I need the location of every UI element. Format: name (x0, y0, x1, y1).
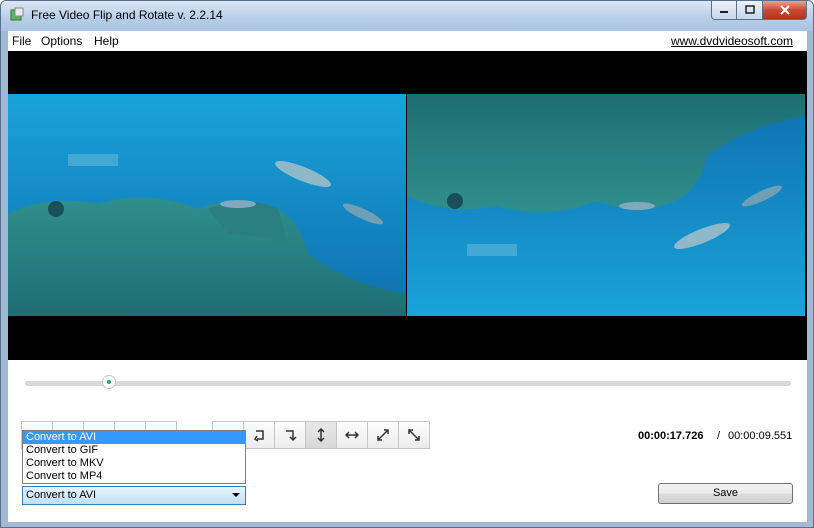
rotate-cw-icon (286, 430, 297, 442)
format-option-mp4[interactable]: Convert to MP4 (23, 470, 245, 483)
website-link[interactable]: www.dvdvideosoft.com (671, 34, 793, 48)
rotate-ccw-button[interactable] (243, 421, 275, 449)
flip-vertical-button[interactable] (305, 421, 337, 449)
window-title: Free Video Flip and Rotate v. 2.2.14 (31, 8, 223, 22)
menu-options[interactable]: Options (41, 34, 82, 48)
save-button[interactable]: Save (658, 483, 793, 504)
format-selected-value: Convert to AVI (26, 489, 97, 501)
time-separator: / (717, 430, 721, 442)
original-video-frame (8, 94, 406, 316)
menu-file[interactable]: File (12, 34, 31, 48)
format-combobox[interactable]: Convert to AVI (22, 486, 246, 505)
diagonal-flip-icon (377, 429, 389, 441)
diagonal-flip-alt-icon (408, 429, 420, 441)
current-time: 00:00:17.726 (638, 430, 704, 442)
minimize-button[interactable] (711, 1, 737, 20)
diagonal-flip-button[interactable] (367, 421, 399, 449)
rotate-cw-button[interactable] (274, 421, 306, 449)
seek-slider-thumb[interactable] (102, 375, 117, 389)
total-time: 00:00:09.551 (728, 430, 793, 442)
flip-horizontal-icon (345, 431, 359, 439)
rotate-ccw-icon (253, 430, 264, 442)
minimize-icon (720, 11, 728, 13)
format-option-mkv[interactable]: Convert to MKV (23, 457, 245, 470)
maximize-button[interactable] (737, 1, 763, 20)
menu-help[interactable]: Help (94, 34, 119, 48)
client-area: File Options Help www.dvdvideosoft.com 0… (8, 31, 807, 522)
seek-slider-track[interactable] (25, 381, 791, 386)
flip-horizontal-button[interactable] (336, 421, 368, 449)
flipped-video-frame (407, 94, 805, 316)
diagonal-flip-alt-button[interactable] (398, 421, 430, 449)
format-option-avi[interactable]: Convert to AVI (23, 431, 245, 444)
format-dropdown-list: Convert to AVI Convert to GIF Convert to… (22, 430, 246, 484)
app-window: Free Video Flip and Rotate v. 2.2.14 Fil… (0, 0, 814, 528)
maximize-icon (744, 5, 755, 14)
close-icon (779, 5, 790, 15)
close-button[interactable] (763, 1, 807, 20)
format-option-gif[interactable]: Convert to GIF (23, 444, 245, 457)
dropdown-arrow-icon (232, 493, 240, 497)
flip-vertical-icon (317, 428, 325, 442)
title-bar[interactable]: Free Video Flip and Rotate v. 2.2.14 (1, 1, 813, 31)
menu-bar: File Options Help www.dvdvideosoft.com (8, 31, 807, 51)
video-preview (8, 51, 807, 360)
app-icon (10, 7, 24, 21)
